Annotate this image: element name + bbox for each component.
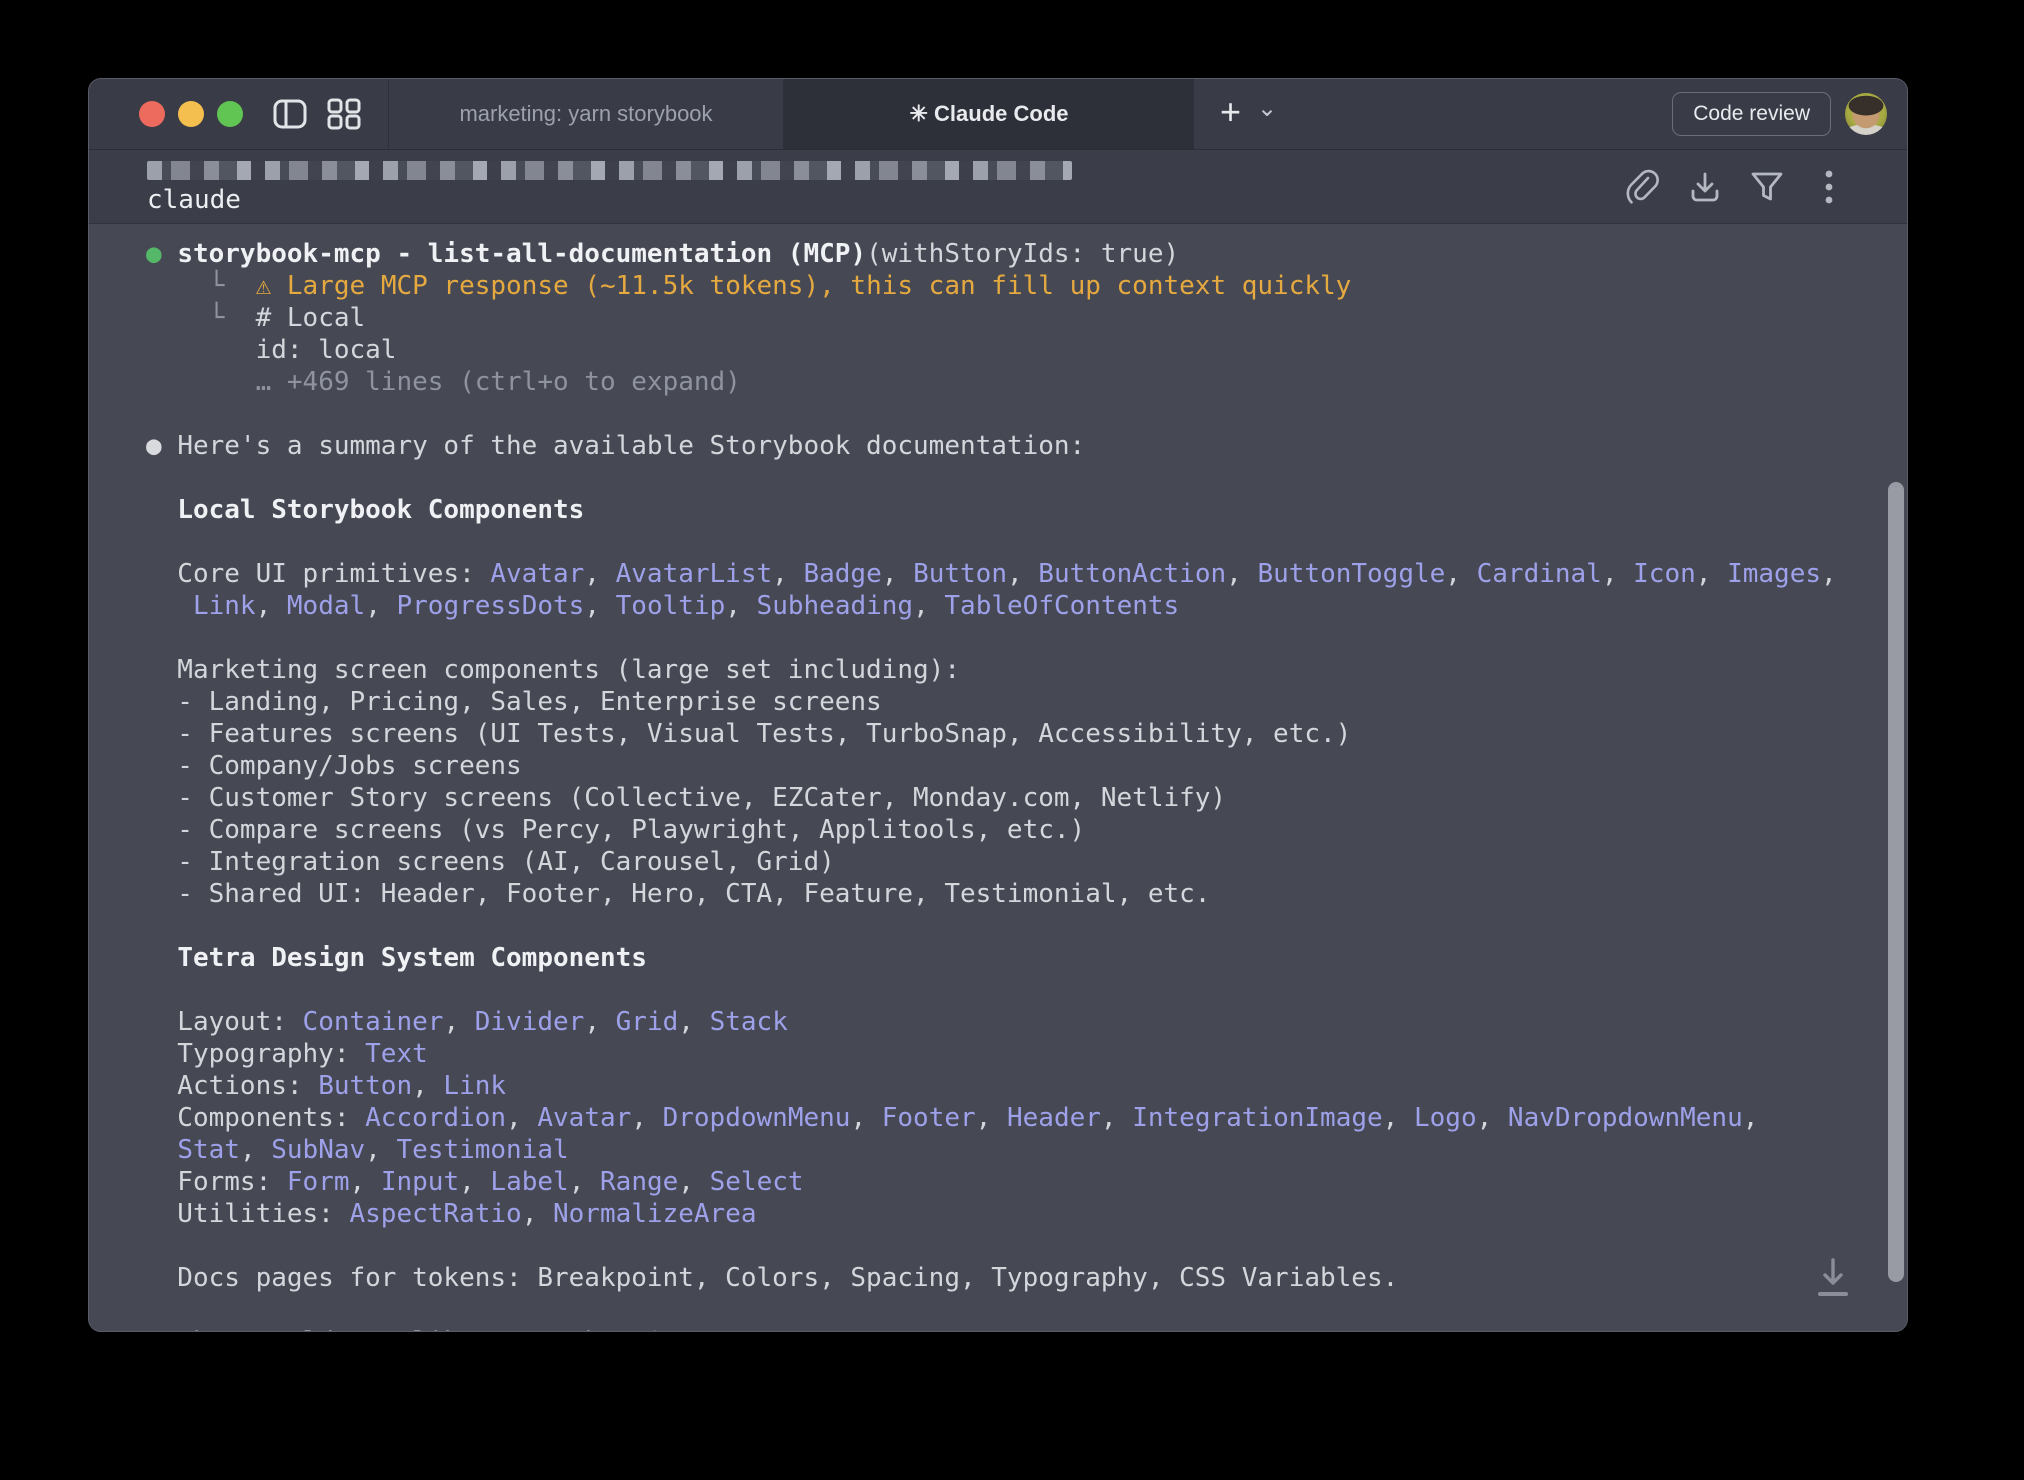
session-header-texts: claude bbox=[147, 150, 1623, 223]
terminal-line: Docs pages for tokens: Breakpoint, Color… bbox=[146, 1262, 1907, 1294]
new-tab-button[interactable]: + bbox=[1220, 94, 1241, 134]
titlebar-left bbox=[89, 79, 389, 149]
terminal-line: Utilities: AspectRatio, NormalizeArea bbox=[146, 1198, 1907, 1230]
terminal-line: Link, Modal, ProgressDots, Tooltip, Subh… bbox=[146, 590, 1907, 622]
terminal-line bbox=[146, 462, 1907, 494]
download-icon[interactable] bbox=[1685, 167, 1725, 207]
terminal-line: Components: Accordion, Avatar, DropdownM… bbox=[146, 1102, 1907, 1134]
tab-claude-code[interactable]: ✳ Claude Code bbox=[784, 79, 1194, 149]
zoom-window-button[interactable] bbox=[217, 101, 243, 127]
code-review-button[interactable]: Code review bbox=[1672, 92, 1831, 136]
terminal-window: marketing: yarn storybook ✳ Claude Code … bbox=[88, 78, 1908, 1332]
terminal-line: Stat, SubNav, Testimonial bbox=[146, 1134, 1907, 1166]
terminal-line: - Compare screens (vs Percy, Playwright,… bbox=[146, 814, 1907, 846]
minimize-window-button[interactable] bbox=[178, 101, 204, 127]
terminal-line: Marketing screen components (large set i… bbox=[146, 654, 1907, 686]
paperclip-icon[interactable] bbox=[1623, 167, 1663, 207]
terminal-line: What would you like to work on? bbox=[146, 1326, 1907, 1331]
funnel-icon[interactable] bbox=[1747, 167, 1787, 207]
tab-label: marketing: yarn storybook bbox=[459, 101, 712, 127]
terminal-line: - Features screens (UI Tests, Visual Tes… bbox=[146, 718, 1907, 750]
terminal-line: Core UI primitives: Avatar, AvatarList, … bbox=[146, 558, 1907, 590]
terminal-line: - Shared UI: Header, Footer, Hero, CTA, … bbox=[146, 878, 1907, 910]
terminal-output: ● storybook-mcp - list-all-documentation… bbox=[146, 238, 1907, 1331]
session-header-icons bbox=[1623, 150, 1849, 223]
terminal-line: Actions: Button, Link bbox=[146, 1070, 1907, 1102]
chevron-down-icon[interactable]: ⌄ bbox=[1257, 97, 1277, 131]
terminal-line: └ ⚠ Large MCP response (~11.5k tokens), … bbox=[146, 270, 1907, 302]
desktop: marketing: yarn storybook ✳ Claude Code … bbox=[0, 0, 2024, 1480]
scrollbar-thumb[interactable] bbox=[1888, 482, 1904, 1282]
terminal-line: Local Storybook Components bbox=[146, 494, 1907, 526]
grid-view-icon[interactable] bbox=[324, 94, 364, 134]
terminal-line bbox=[146, 622, 1907, 654]
terminal-line: Tetra Design System Components bbox=[146, 942, 1907, 974]
terminal-line: Layout: Container, Divider, Grid, Stack bbox=[146, 1006, 1907, 1038]
terminal-line bbox=[146, 974, 1907, 1006]
close-window-button[interactable] bbox=[139, 101, 165, 127]
terminal-line bbox=[146, 910, 1907, 942]
session-header: claude bbox=[89, 150, 1907, 224]
terminal-line: … +469 lines (ctrl+o to expand) bbox=[146, 366, 1907, 398]
terminal-line: - Company/Jobs screens bbox=[146, 750, 1907, 782]
terminal-line: Typography: Text bbox=[146, 1038, 1907, 1070]
terminal-line: - Landing, Pricing, Sales, Enterprise sc… bbox=[146, 686, 1907, 718]
terminal-line bbox=[146, 1294, 1907, 1326]
titlebar-right: + ⌄ Code review bbox=[1194, 79, 1907, 149]
terminal-line: ● Here's a summary of the available Stor… bbox=[146, 430, 1907, 462]
terminal-line bbox=[146, 398, 1907, 430]
redacted-command-line bbox=[147, 161, 1072, 180]
terminal-line: Forms: Form, Input, Label, Range, Select bbox=[146, 1166, 1907, 1198]
terminal-line bbox=[146, 1230, 1907, 1262]
terminal-line: - Customer Story screens (Collective, EZ… bbox=[146, 782, 1907, 814]
kebab-menu-icon[interactable] bbox=[1809, 167, 1849, 207]
tab-label: ✳ Claude Code bbox=[909, 101, 1068, 127]
sidebar-toggle-icon[interactable] bbox=[270, 94, 310, 134]
terminal-line bbox=[146, 526, 1907, 558]
command-name: claude bbox=[147, 187, 1623, 213]
terminal-line: └ # Local bbox=[146, 302, 1907, 334]
terminal-line: - Integration screens (AI, Carousel, Gri… bbox=[146, 846, 1907, 878]
user-avatar[interactable] bbox=[1845, 93, 1887, 135]
scroll-to-bottom-icon[interactable] bbox=[1811, 1253, 1855, 1301]
titlebar: marketing: yarn storybook ✳ Claude Code … bbox=[89, 79, 1907, 150]
terminal-line: ● storybook-mcp - list-all-documentation… bbox=[146, 238, 1907, 270]
tab-marketing-yarn-storybook[interactable]: marketing: yarn storybook bbox=[389, 79, 784, 149]
terminal-line: id: local bbox=[146, 334, 1907, 366]
terminal-content: ● storybook-mcp - list-all-documentation… bbox=[89, 224, 1907, 1331]
